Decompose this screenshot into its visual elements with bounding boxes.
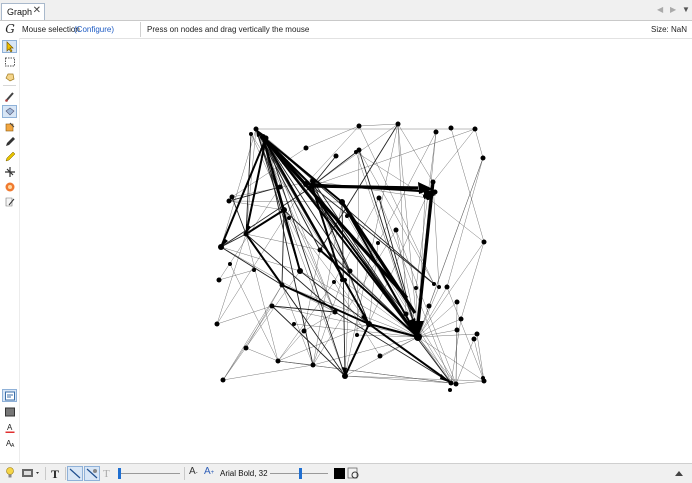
svg-text:T: T bbox=[103, 468, 110, 479]
divider bbox=[3, 85, 16, 86]
tab-menu-icon[interactable]: ▼ bbox=[682, 5, 690, 15]
mode-label: Mouse selection bbox=[22, 25, 80, 34]
font-label[interactable]: Arial Bold, 32 bbox=[220, 469, 268, 478]
node-label-icon[interactable] bbox=[2, 389, 17, 402]
close-icon[interactable]: ✕ bbox=[33, 6, 41, 16]
svg-text:A: A bbox=[11, 443, 15, 449]
pencil-icon[interactable] bbox=[2, 135, 17, 148]
node-color-icon[interactable] bbox=[2, 120, 17, 133]
font-scale-slider-thumb[interactable] bbox=[299, 468, 302, 479]
font-increase-icon[interactable]: A+ bbox=[204, 466, 217, 481]
divider bbox=[65, 467, 66, 480]
heatmap-icon[interactable] bbox=[2, 180, 17, 193]
divider bbox=[140, 22, 141, 37]
screenshot-icon[interactable] bbox=[20, 466, 42, 481]
edge-scale-slider-thumb[interactable] bbox=[118, 468, 121, 479]
painter-icon[interactable] bbox=[2, 105, 17, 118]
tab-bar: Graph ✕ ◀ ▶ ▼ bbox=[0, 0, 692, 21]
edge-scale-slider[interactable] bbox=[118, 473, 180, 474]
text-icon[interactable]: T bbox=[49, 466, 63, 481]
chevron-left-icon[interactable]: ◀ bbox=[657, 5, 663, 15]
edge-color-icon[interactable] bbox=[84, 466, 100, 481]
size-label: Size: NaN bbox=[650, 25, 687, 34]
bottom-toolbar: T T A- A+ Arial Bold, 32 bbox=[0, 463, 692, 483]
svg-text:A: A bbox=[7, 423, 13, 432]
label-settings-icon[interactable] bbox=[347, 466, 360, 481]
tab-graph[interactable]: Graph ✕ bbox=[1, 3, 45, 20]
left-toolbar: A AA bbox=[0, 38, 20, 463]
text-color-icon[interactable]: A bbox=[2, 421, 17, 434]
divider bbox=[184, 467, 185, 480]
edge-visibility-icon[interactable] bbox=[67, 466, 83, 481]
edge-layer bbox=[216, 123, 485, 385]
text-size-icon[interactable]: AA bbox=[2, 436, 17, 449]
chevron-right-icon[interactable]: ▶ bbox=[670, 5, 676, 15]
brush-icon[interactable] bbox=[2, 90, 17, 103]
drag-hand-icon[interactable] bbox=[2, 70, 17, 83]
info-bar: G Mouse selection (Configure) Press on n… bbox=[0, 21, 692, 39]
expand-toolbar-icon[interactable] bbox=[673, 466, 685, 481]
hint-text: Press on nodes and drag vertically the m… bbox=[147, 25, 310, 34]
graph-canvas[interactable] bbox=[20, 38, 692, 463]
shortest-path-icon[interactable] bbox=[2, 165, 17, 178]
background-color-icon[interactable] bbox=[2, 405, 17, 418]
tab-label: Graph bbox=[7, 7, 33, 17]
svg-text:T: T bbox=[51, 467, 59, 480]
select-arrow-icon[interactable] bbox=[2, 40, 17, 53]
rectangle-select-icon[interactable] bbox=[2, 55, 17, 68]
font-decrease-icon[interactable]: A- bbox=[189, 466, 202, 481]
label-color-swatch[interactable] bbox=[334, 468, 345, 479]
edge-pencil-icon[interactable] bbox=[2, 150, 17, 163]
divider bbox=[45, 467, 46, 480]
configure-link[interactable]: (Configure) bbox=[74, 25, 114, 34]
edge-label-icon[interactable]: T bbox=[101, 466, 115, 481]
gephi-logo-icon: G bbox=[5, 22, 15, 36]
lightbulb-icon[interactable] bbox=[4, 466, 17, 481]
edit-node-icon[interactable] bbox=[2, 195, 17, 208]
